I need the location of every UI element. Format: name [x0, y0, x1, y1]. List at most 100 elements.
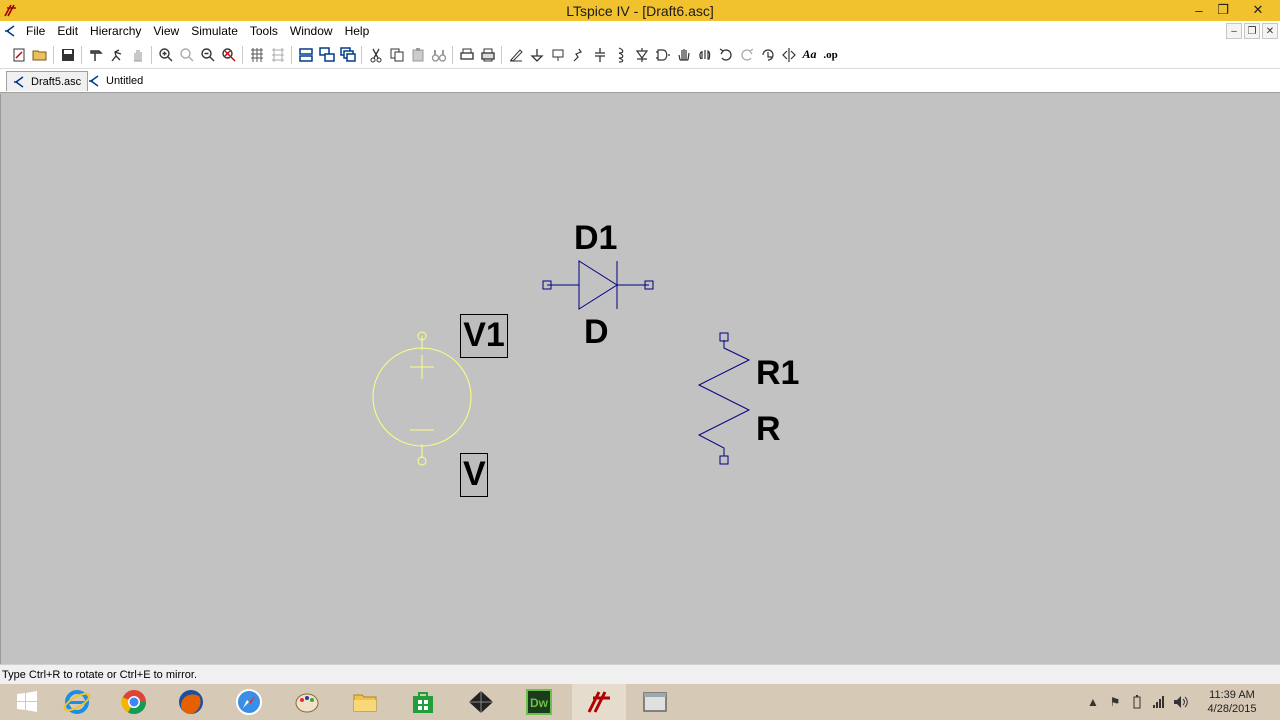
voltage-source-symbol[interactable]	[372, 331, 472, 466]
menu-tools[interactable]: Tools	[244, 21, 284, 41]
run-button[interactable]	[106, 44, 127, 66]
menu-view[interactable]: View	[147, 21, 185, 41]
tab-untitled[interactable]: Untitled	[82, 71, 149, 91]
schematic-canvas[interactable]: D1 D V1 V R1 R	[0, 94, 1280, 664]
component-button[interactable]	[652, 44, 673, 66]
taskbar-chrome[interactable]	[107, 684, 161, 720]
internet-explorer-icon	[63, 690, 91, 714]
taskbar-file-explorer[interactable]	[338, 684, 392, 720]
spice-directive-button[interactable]: .op	[820, 44, 841, 66]
taskbar-safari[interactable]	[222, 684, 276, 720]
open-button[interactable]	[29, 44, 50, 66]
ltspice-taskbar-icon	[587, 691, 610, 713]
close-button[interactable]: ✕	[1238, 1, 1278, 19]
menu-file[interactable]: File	[20, 21, 51, 41]
resistor-button[interactable]	[568, 44, 589, 66]
print-button[interactable]	[477, 44, 498, 66]
menu-hierarchy[interactable]: Hierarchy	[84, 21, 147, 41]
resistor-value-label[interactable]: R	[756, 411, 781, 447]
battery-icon[interactable]	[1126, 684, 1148, 720]
menu-edit[interactable]: Edit	[51, 21, 84, 41]
vsource-value-label[interactable]: V	[460, 453, 488, 497]
save-button[interactable]	[57, 44, 78, 66]
drag-button[interactable]	[694, 44, 715, 66]
taskbar-store[interactable]	[396, 684, 450, 720]
undo-button[interactable]	[715, 44, 736, 66]
resistor-top-pin[interactable]	[719, 332, 729, 342]
resistor-bottom-pin[interactable]	[719, 455, 729, 465]
taskbar-firefox[interactable]	[164, 684, 218, 720]
grid-chart-disabled-icon	[271, 47, 284, 62]
zoom-fit-button[interactable]	[218, 44, 239, 66]
control-panel-button[interactable]	[85, 44, 106, 66]
tab-draft5[interactable]: Draft5.asc	[6, 71, 89, 91]
resistor-symbol[interactable]	[697, 332, 751, 465]
text-button[interactable]: Aa	[799, 44, 820, 66]
vsource-negative-pin[interactable]	[417, 456, 427, 466]
volume-icon[interactable]	[1170, 684, 1192, 720]
find-button[interactable]	[428, 44, 449, 66]
diode-value-label[interactable]: D	[584, 314, 609, 350]
new-schematic-button[interactable]	[8, 44, 29, 66]
zoom-out-button[interactable]	[197, 44, 218, 66]
schematic-drawing	[372, 260, 751, 466]
mirror-icon	[781, 47, 796, 62]
show-hidden-icons-button[interactable]: ▲	[1082, 684, 1104, 720]
folder-open-icon	[32, 50, 46, 60]
cascade-button[interactable]	[337, 44, 358, 66]
move-button[interactable]	[673, 44, 694, 66]
taskbar-dreamweaver[interactable]: Dw	[512, 684, 566, 720]
pencil-icon	[509, 48, 523, 62]
restore-button[interactable]: ❐	[1212, 1, 1234, 19]
printer-icon	[480, 48, 495, 61]
taskbar-window-app[interactable]	[628, 684, 682, 720]
inductor-button[interactable]	[610, 44, 631, 66]
print-setup-button[interactable]	[456, 44, 477, 66]
minimize-button[interactable]: –	[1188, 1, 1210, 19]
diode-ref-label[interactable]: D1	[574, 220, 617, 256]
rotate-button[interactable]	[757, 44, 778, 66]
draw-wire-button[interactable]	[505, 44, 526, 66]
drag-hand-icon	[698, 49, 710, 60]
taskbar-ltspice[interactable]	[572, 684, 626, 720]
menu-simulate[interactable]: Simulate	[185, 21, 244, 41]
vsource-ref-label[interactable]: V1	[460, 314, 508, 358]
zoom-in-icon	[158, 47, 172, 61]
svg-text:Dw: Dw	[530, 696, 549, 710]
menu-window[interactable]: Window	[284, 21, 339, 41]
taskbar-clock[interactable]: 11:39 AM 4/28/2015	[1192, 688, 1272, 716]
diode-symbol[interactable]	[542, 260, 654, 310]
mdi-minimize-button[interactable]: –	[1226, 23, 1242, 39]
ground-button[interactable]	[526, 44, 547, 66]
taskbar-paint[interactable]	[280, 684, 334, 720]
resistor-ref-label[interactable]: R1	[756, 355, 799, 391]
cut-button[interactable]	[365, 44, 386, 66]
menu-help[interactable]: Help	[339, 21, 376, 41]
clock-time: 11:39 AM	[1209, 689, 1255, 701]
mirror-button[interactable]	[778, 44, 799, 66]
autorange-button[interactable]	[246, 44, 267, 66]
document-menu-icon[interactable]	[0, 21, 20, 41]
tile-horizontal-button[interactable]	[295, 44, 316, 66]
mdi-close-button[interactable]: ✕	[1262, 23, 1278, 39]
firefox-icon	[179, 690, 203, 714]
copy-button[interactable]	[386, 44, 407, 66]
delete-trace-button[interactable]	[267, 44, 288, 66]
tile-vertical-button[interactable]	[316, 44, 337, 66]
network-icon[interactable]	[1148, 684, 1170, 720]
rotate-icon	[761, 48, 774, 61]
zoom-in-button[interactable]	[155, 44, 176, 66]
redo-button[interactable]	[736, 44, 757, 66]
chrome-icon	[121, 690, 146, 715]
mdi-restore-button[interactable]: ❐	[1244, 23, 1260, 39]
pan-button[interactable]	[176, 44, 197, 66]
taskbar-3d-app[interactable]	[454, 684, 508, 720]
start-button[interactable]	[0, 684, 54, 720]
capacitor-button[interactable]	[589, 44, 610, 66]
diode-button[interactable]	[631, 44, 652, 66]
halt-button[interactable]	[127, 44, 148, 66]
label-net-button[interactable]	[547, 44, 568, 66]
taskbar-internet-explorer[interactable]	[50, 684, 104, 720]
action-center-icon[interactable]: ⚑	[1104, 684, 1126, 720]
paste-button[interactable]	[407, 44, 428, 66]
